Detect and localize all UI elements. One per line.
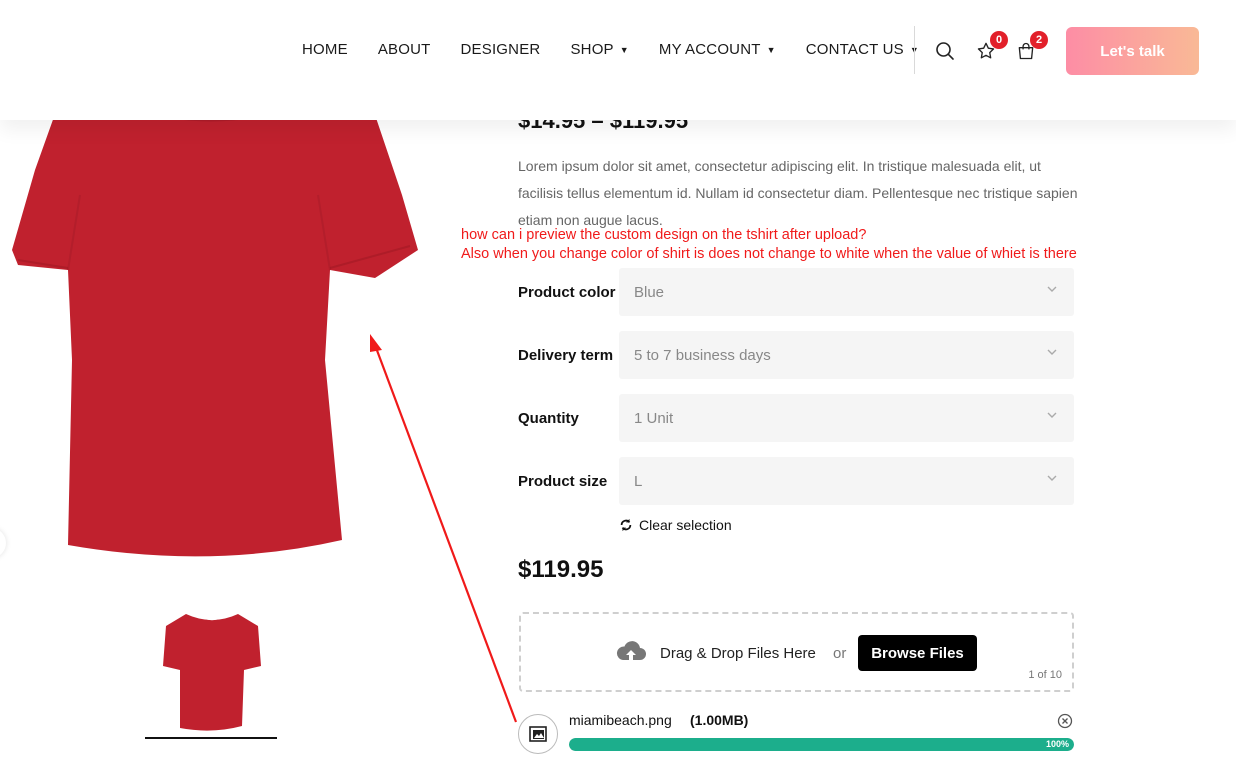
chevron-down-icon: ▼ [766, 45, 776, 55]
wishlist-count-badge: 0 [990, 31, 1008, 49]
nav-contact-us-label: CONTACT US [805, 41, 904, 58]
product-description: Lorem ipsum dolor sit amet, consectetur … [518, 158, 1078, 228]
option-row-color: Product color Blue [518, 268, 1074, 316]
cloud-upload-icon [616, 641, 646, 661]
nav-shop[interactable]: SHOP ▼ [570, 41, 628, 58]
nav-home-label: HOME [302, 41, 348, 58]
nav-shop-label: SHOP [570, 41, 614, 58]
thumbnail-active-indicator [145, 737, 277, 739]
chevron-down-icon [1047, 475, 1057, 481]
wishlist-button[interactable]: 0 [975, 31, 1008, 62]
file-count: 1 of 10 [1028, 669, 1062, 681]
option-label-quantity: Quantity [518, 409, 579, 427]
image-file-icon [529, 726, 547, 742]
nav-about-label: ABOUT [377, 41, 431, 58]
clear-selection-link[interactable]: Clear selection [619, 517, 732, 533]
dropzone-or: or [833, 645, 847, 662]
clear-selection-label: Clear selection [639, 517, 732, 533]
product-color-select[interactable]: Blue [619, 268, 1074, 316]
main-nav: HOME ABOUT DESIGNER SHOP ▼ MY ACCOUNT ▼ CO… [302, 41, 919, 58]
chevron-down-icon [1047, 286, 1057, 292]
product-size-select[interactable]: L [619, 457, 1074, 505]
selected-price: $119.95 [518, 556, 604, 583]
site-header: HOME ABOUT DESIGNER SHOP ▼ MY ACCOUNT ▼ CO… [0, 0, 1236, 120]
product-size-value: L [634, 472, 643, 490]
option-row-quantity: Quantity 1 Unit [518, 394, 1074, 442]
dropzone-text: Drag & Drop Files Here [660, 645, 816, 662]
upload-progress-bar: 100% [569, 738, 1074, 751]
chevron-down-icon: ▼ [619, 45, 629, 55]
search-icon [936, 42, 954, 60]
lets-talk-button[interactable]: Let's talk [1066, 27, 1199, 75]
remove-file-icon[interactable] [1057, 713, 1073, 729]
quantity-value: 1 Unit [634, 409, 674, 427]
browse-files-button[interactable]: Browse Files [858, 635, 977, 671]
delivery-term-value: 5 to 7 business days [634, 346, 771, 364]
option-label-color: Product color [518, 283, 616, 301]
upload-progress-label: 100% [1045, 739, 1069, 749]
option-label-delivery: Delivery term [518, 346, 614, 364]
uploaded-file-size: (1.00MB) [690, 712, 749, 728]
option-row-size: Product size L [518, 457, 1074, 505]
delivery-term-select[interactable]: 5 to 7 business days [619, 331, 1074, 379]
product-main-image [12, 100, 418, 557]
nav-my-account[interactable]: MY ACCOUNT ▼ [659, 41, 776, 58]
browse-files-label: Browse Files [871, 644, 964, 662]
annotation-question: how can i preview the custom design on t… [461, 227, 867, 243]
nav-contact-us[interactable]: CONTACT US▼ [806, 41, 919, 58]
cart-count-badge: 2 [1030, 31, 1048, 49]
option-row-delivery: Delivery term 5 to 7 business days [518, 331, 1074, 379]
option-label-size: Product size [518, 472, 608, 490]
lets-talk-label: Let's talk [1100, 42, 1165, 60]
uploaded-file-name: miamibeach.png [569, 712, 672, 728]
nav-designer-label: DESIGNER [460, 41, 541, 58]
nav-my-account-label: MY ACCOUNT [658, 41, 761, 58]
chevron-down-icon [1047, 349, 1057, 355]
tshirt-thumbnail-image [163, 612, 261, 731]
nav-about[interactable]: ABOUT [378, 41, 431, 58]
annotation-issue: Also when you change color of shirt is d… [461, 246, 1077, 262]
upload-progress-fill: 100% [569, 738, 1074, 751]
chevron-down-icon [1047, 412, 1057, 418]
cart-button[interactable]: 2 [1015, 31, 1048, 62]
product-color-value: Blue [634, 283, 665, 301]
file-dropzone[interactable]: Drag & Drop Files Here or Browse Files 1… [519, 612, 1074, 692]
nav-home[interactable]: HOME [302, 41, 348, 58]
quantity-select[interactable]: 1 Unit [619, 394, 1074, 442]
nav-designer[interactable]: DESIGNER [461, 41, 541, 58]
product-thumbnail[interactable] [158, 608, 266, 734]
refresh-icon [620, 518, 632, 532]
file-thumbnail [518, 714, 558, 754]
header-divider [914, 26, 915, 74]
search-button[interactable] [934, 40, 956, 62]
